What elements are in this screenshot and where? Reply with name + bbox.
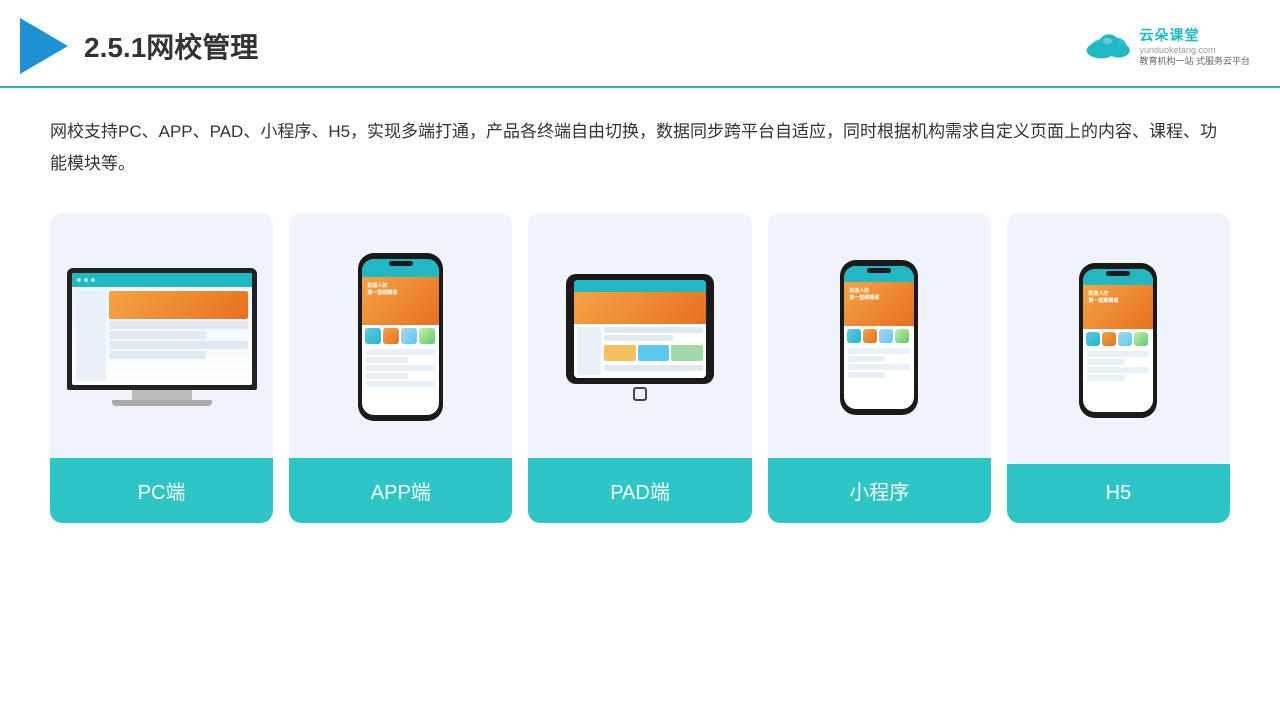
logo-triangle-icon bbox=[20, 18, 68, 74]
card-miniprogram-image: 职道人的第一堂刷题课 bbox=[768, 213, 991, 458]
card-pc: PC端 bbox=[50, 213, 273, 523]
main-content: 网校支持PC、APP、PAD、小程序、H5，实现多端打通，产品各终端自由切换，数… bbox=[0, 88, 1280, 543]
phone-mockup-app: 职道人的第一堂刷题课 bbox=[358, 253, 443, 421]
tablet-home-button bbox=[633, 387, 647, 401]
header: 2.5.1网校管理 云朵课堂 yunduoketang.com 教育机构一站 式… bbox=[0, 0, 1280, 88]
page-title: 2.5.1网校管理 bbox=[84, 26, 258, 66]
brand-logo: 云朵课堂 yunduoketang.com 教育机构一站 式服务云平台 bbox=[1085, 25, 1250, 68]
phone-mockup-h5: 职道人的第一堂刷题课 bbox=[1079, 263, 1157, 418]
brand-text: 云朵课堂 yunduoketang.com 教育机构一站 式服务云平台 bbox=[1139, 25, 1250, 68]
card-pad-label: PAD端 bbox=[528, 458, 751, 523]
card-app: 职道人的第一堂刷题课 bbox=[289, 213, 512, 523]
card-pad-image bbox=[528, 213, 751, 458]
card-miniprogram-label: 小程序 bbox=[768, 458, 991, 523]
brand-name: 云朵课堂 bbox=[1139, 25, 1199, 45]
card-h5-label: H5 bbox=[1007, 464, 1230, 523]
card-pc-label: PC端 bbox=[50, 458, 273, 523]
card-miniprogram: 职道人的第一堂刷题课 bbox=[768, 213, 991, 523]
cards-container: PC端 职道人的第一堂刷题课 bbox=[50, 213, 1230, 523]
brand-slogan: 教育机构一站 式服务云平台 bbox=[1139, 55, 1250, 68]
description-text: 网校支持PC、APP、PAD、小程序、H5，实现多端打通，产品各终端自由切换，数… bbox=[50, 116, 1230, 181]
card-app-image: 职道人的第一堂刷题课 bbox=[289, 213, 512, 458]
tablet-mockup bbox=[566, 274, 714, 401]
header-right: 云朵课堂 yunduoketang.com 教育机构一站 式服务云平台 bbox=[1085, 25, 1250, 68]
card-pc-image bbox=[50, 213, 273, 458]
header-left: 2.5.1网校管理 bbox=[20, 18, 258, 74]
brand-url: yunduoketang.com bbox=[1139, 45, 1215, 55]
card-pad: PAD端 bbox=[528, 213, 751, 523]
card-h5-image: 职道人的第一堂刷题课 bbox=[1007, 213, 1230, 464]
phone-mockup-miniprogram: 职道人的第一堂刷题课 bbox=[840, 260, 918, 415]
monitor-mockup bbox=[67, 268, 257, 406]
cloud-icon bbox=[1085, 28, 1133, 65]
card-h5: 职道人的第一堂刷题课 bbox=[1007, 213, 1230, 523]
card-app-label: APP端 bbox=[289, 458, 512, 523]
